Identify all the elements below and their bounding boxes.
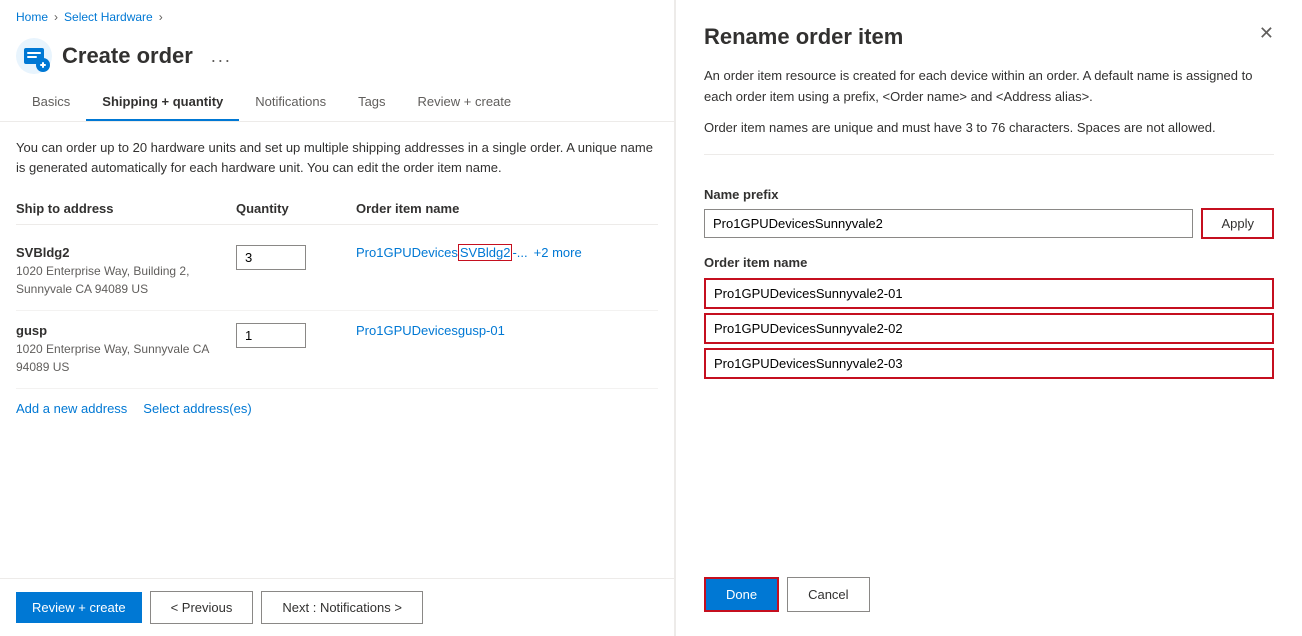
col-address: Ship to address bbox=[16, 201, 236, 216]
panel-desc-1: An order item resource is created for ea… bbox=[704, 66, 1274, 108]
cancel-button[interactable]: Cancel bbox=[787, 577, 869, 612]
breadcrumb-home[interactable]: Home bbox=[16, 10, 48, 24]
order-item-row-3 bbox=[704, 348, 1274, 379]
col-quantity: Quantity bbox=[236, 201, 356, 216]
more-link-1[interactable]: +2 more bbox=[534, 245, 582, 260]
page-title: Create order bbox=[62, 43, 193, 69]
order-item-row-1 bbox=[704, 278, 1274, 309]
table-row: gusp 1020 Enterprise Way, Sunnyvale CA 9… bbox=[16, 311, 658, 389]
review-create-button[interactable]: Review + create bbox=[16, 592, 142, 623]
order-item-highlight-1: SVBldg2 bbox=[458, 244, 513, 261]
order-item-cell-1: Pro1GPUDevicesSVBldg2-... +2 more bbox=[356, 245, 658, 260]
create-order-icon bbox=[16, 38, 52, 74]
tab-notifications[interactable]: Notifications bbox=[239, 86, 342, 121]
add-new-address-link[interactable]: Add a new address bbox=[16, 401, 127, 416]
page-description: You can order up to 20 hardware units an… bbox=[16, 138, 656, 177]
panel-header: Rename order item ✕ bbox=[704, 24, 1274, 50]
apply-button[interactable]: Apply bbox=[1201, 208, 1274, 239]
quantity-cell-2 bbox=[236, 323, 356, 348]
order-item-input-3[interactable] bbox=[704, 348, 1274, 379]
address-name-2: gusp bbox=[16, 323, 236, 338]
address-detail-1: 1020 Enterprise Way, Building 2, Sunnyva… bbox=[16, 262, 236, 298]
panel-title: Rename order item bbox=[704, 24, 903, 50]
panel-bottom: Done Cancel bbox=[704, 557, 1274, 612]
address-detail-2: 1020 Enterprise Way, Sunnyvale CA 94089 … bbox=[16, 340, 236, 376]
order-item-name-label: Order item name bbox=[704, 255, 1274, 270]
table-row: SVBldg2 1020 Enterprise Way, Building 2,… bbox=[16, 233, 658, 311]
quantity-cell-1 bbox=[236, 245, 356, 270]
table-header: Ship to address Quantity Order item name bbox=[16, 197, 658, 225]
rename-panel: Rename order item ✕ An order item resour… bbox=[675, 0, 1302, 636]
col-order-item: Order item name bbox=[356, 201, 658, 216]
prefix-row: Apply bbox=[704, 208, 1274, 239]
order-item-list bbox=[704, 278, 1274, 379]
page-header: Create order ... bbox=[0, 30, 674, 86]
tab-shipping[interactable]: Shipping + quantity bbox=[86, 86, 239, 121]
order-item-dots-1: -... bbox=[512, 245, 527, 260]
order-item-input-1[interactable] bbox=[704, 278, 1274, 309]
done-button[interactable]: Done bbox=[704, 577, 779, 612]
tab-review[interactable]: Review + create bbox=[402, 86, 528, 121]
order-item-link-1[interactable]: Pro1GPUDevicesSVBldg2-... bbox=[356, 245, 528, 260]
order-item-link-2[interactable]: Pro1GPUDevicesgusp-01 bbox=[356, 323, 505, 338]
quantity-input-2[interactable] bbox=[236, 323, 306, 348]
address-cell-2: gusp 1020 Enterprise Way, Sunnyvale CA 9… bbox=[16, 323, 236, 376]
order-item-prefix-1: Pro1GPUDevices bbox=[356, 245, 458, 260]
order-item-input-2[interactable] bbox=[704, 313, 1274, 344]
panel-desc-2: Order item names are unique and must hav… bbox=[704, 118, 1274, 139]
quantity-input-1[interactable] bbox=[236, 245, 306, 270]
close-button[interactable]: ✕ bbox=[1259, 24, 1274, 42]
bottom-bar: Review + create < Previous Next : Notifi… bbox=[0, 578, 674, 636]
page-menu-dots[interactable]: ... bbox=[211, 46, 232, 67]
previous-button[interactable]: < Previous bbox=[150, 591, 254, 624]
next-button[interactable]: Next : Notifications > bbox=[261, 591, 423, 624]
content-area: You can order up to 20 hardware units an… bbox=[0, 122, 674, 578]
name-prefix-label: Name prefix bbox=[704, 187, 1274, 202]
tab-tags[interactable]: Tags bbox=[342, 86, 401, 121]
order-item-row-2 bbox=[704, 313, 1274, 344]
breadcrumb-select-hardware[interactable]: Select Hardware bbox=[64, 10, 153, 24]
order-item-name-section: Order item name bbox=[704, 239, 1274, 379]
order-item-cell-2: Pro1GPUDevicesgusp-01 bbox=[356, 323, 658, 338]
address-name-1: SVBldg2 bbox=[16, 245, 236, 260]
select-addresses-link[interactable]: Select address(es) bbox=[143, 401, 251, 416]
tab-basics[interactable]: Basics bbox=[16, 86, 86, 121]
address-actions: Add a new address Select address(es) bbox=[16, 389, 658, 428]
address-cell-1: SVBldg2 1020 Enterprise Way, Building 2,… bbox=[16, 245, 236, 298]
panel-description: An order item resource is created for ea… bbox=[704, 66, 1274, 155]
tab-bar: Basics Shipping + quantity Notifications… bbox=[0, 86, 674, 122]
prefix-input[interactable] bbox=[704, 209, 1193, 238]
breadcrumb: Home › Select Hardware › bbox=[0, 0, 674, 30]
name-prefix-section: Name prefix Apply bbox=[704, 171, 1274, 239]
